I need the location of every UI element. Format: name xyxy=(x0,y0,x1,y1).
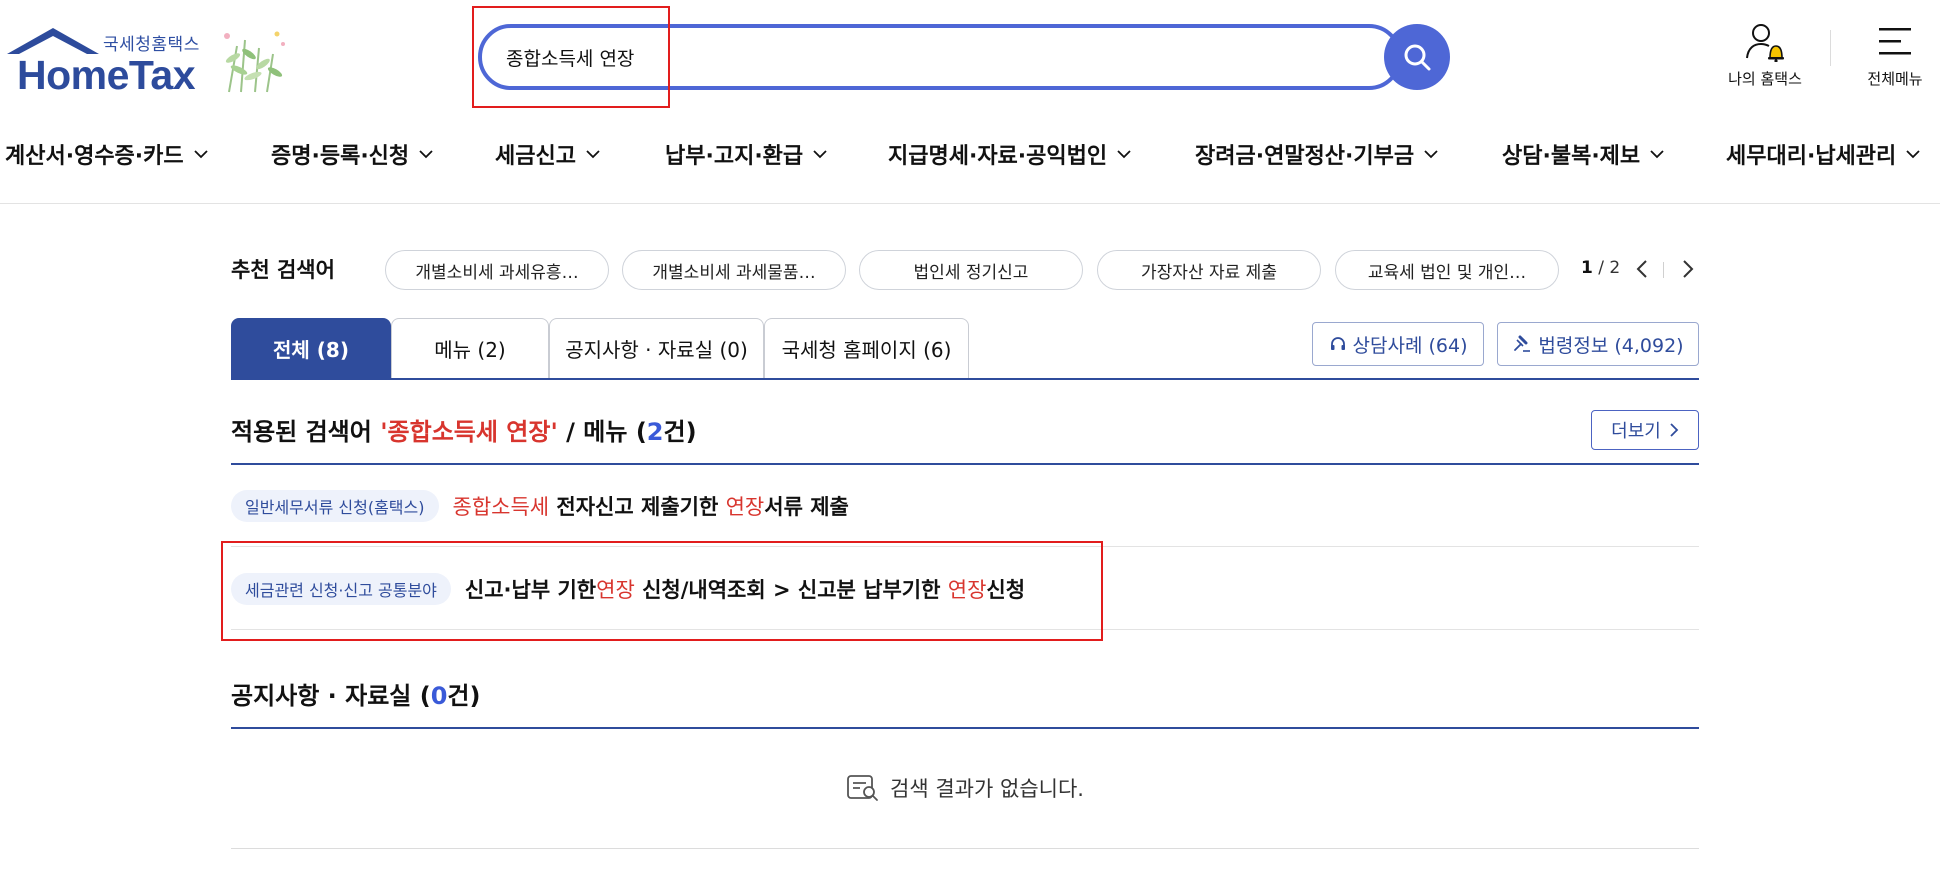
logo-plant-icon xyxy=(224,31,285,93)
tab-notice[interactable]: 공지사항 · 자료실 (0) xyxy=(549,318,764,378)
gavel-icon xyxy=(1514,335,1531,352)
search-icon xyxy=(1404,44,1431,71)
chevron-down-icon xyxy=(813,150,827,159)
chevron-right-icon xyxy=(1683,260,1694,278)
result-row: 일반세무서류 신청(홈택스) 종합소득세 전자신고 제출기한 연장서류 제출 xyxy=(231,465,1699,547)
tab-nts-homepage[interactable]: 국세청 홈페이지 (6) xyxy=(764,318,969,378)
menu-title-count: 2 xyxy=(646,418,664,446)
all-menu-label: 전체메뉴 xyxy=(1867,70,1923,88)
result-category-badge: 세금관련 신청·신고 공통분야 xyxy=(231,572,451,605)
hamburger-icon xyxy=(1879,28,1911,55)
gnb-item-label: 계산서·영수증·카드 xyxy=(5,144,184,169)
menu-title-middle: / 메뉴 ( xyxy=(557,418,647,446)
notice-section-title: 공지사항 · 자료실 (0건) xyxy=(231,676,480,711)
gnb-item-label: 세무대리·납세관리 xyxy=(1726,144,1897,169)
result-highlight: 연장 xyxy=(725,494,765,519)
result-tabs: 전체 (8) 메뉴 (2) 공지사항 · 자료실 (0) 국세청 홈페이지 (6… xyxy=(231,318,1699,380)
result-text: 신청 xyxy=(986,577,1026,602)
my-hometax-label: 나의 홈택스 xyxy=(1728,70,1802,88)
gnb-item-label: 장려금·연말정산·기부금 xyxy=(1195,144,1415,169)
header: 국세청홈택스 HomeTax 종합소득세 연장 나의 홈택스 전체메뉴 xyxy=(0,0,1940,112)
recommend-chip[interactable]: 가장자산 자료 제출 xyxy=(1097,250,1321,290)
result-text: 전자신고 제출기한 xyxy=(549,494,726,519)
pager-prev-button[interactable] xyxy=(1631,256,1653,282)
gnb-item-certificate[interactable]: 증명·등록·신청 xyxy=(271,134,435,174)
recommend-pager: 1 / 2 xyxy=(1581,258,1620,278)
notice-title-count: 0 xyxy=(430,682,448,710)
bottom-divider xyxy=(231,848,1699,849)
notice-title-prefix: 공지사항 · 자료실 ( xyxy=(231,682,431,710)
result-highlight: 연장 xyxy=(947,577,987,602)
recommend-chip[interactable]: 개별소비세 과세물품… xyxy=(622,250,846,290)
all-menu-button[interactable]: 전체메뉴 xyxy=(1850,22,1940,92)
gnb-item-payment[interactable]: 납부·고지·환급 xyxy=(665,134,829,174)
hometax-logo[interactable]: 국세청홈택스 HomeTax xyxy=(5,26,290,98)
chevron-down-icon xyxy=(1906,150,1920,159)
chevron-down-icon xyxy=(1650,150,1664,159)
recommend-chip[interactable]: 교육세 법인 및 개인… xyxy=(1335,250,1559,290)
result-highlight: 연장 xyxy=(596,577,635,602)
search-box xyxy=(478,24,1402,90)
empty-result: 검색 결과가 없습니다. xyxy=(231,758,1699,818)
menu-section-title: 적용된 검색어 '종합소득세 연장' / 메뉴 (2건) xyxy=(231,412,697,447)
recommend-label: 추천 검색어 xyxy=(231,258,335,282)
my-hometax-button[interactable]: 나의 홈택스 xyxy=(1710,22,1820,92)
chevron-down-icon xyxy=(1117,150,1131,159)
menu-title-prefix: 적용된 검색어 xyxy=(231,418,381,446)
search-input[interactable] xyxy=(506,38,1206,76)
pager-divider xyxy=(1663,262,1664,278)
search-button[interactable] xyxy=(1384,24,1450,90)
law-info-button[interactable]: 법령정보 (4,092) xyxy=(1497,322,1699,366)
result-row: 세금관련 신청·신고 공통분야 신고·납부 기한연장 신청/내역조회 > 신고분… xyxy=(231,548,1699,630)
result-text: 신청/내역조회 > 신고분 납부기한 xyxy=(634,577,948,602)
gnb-item-label: 지급명세·자료·공익법인 xyxy=(888,144,1108,169)
empty-result-text: 검색 결과가 없습니다. xyxy=(890,777,1084,801)
more-button[interactable]: 더보기 xyxy=(1591,410,1699,450)
tab-all[interactable]: 전체 (8) xyxy=(231,318,391,378)
gnb-item-consult[interactable]: 상담·불복·제보 xyxy=(1502,134,1666,174)
law-info-label: 법령정보 (4,092) xyxy=(1538,334,1684,357)
menu-title-query: '종합소득세 연장' xyxy=(380,418,558,446)
gnb-item-agent[interactable]: 세무대리·납세관리 xyxy=(1726,134,1922,174)
recommend-chip[interactable]: 법인세 정기신고 xyxy=(859,250,1083,290)
pager-next-button[interactable] xyxy=(1677,256,1699,282)
tab-menu[interactable]: 메뉴 (2) xyxy=(391,318,549,378)
result-text: 신고·납부 기한 xyxy=(464,577,597,602)
chevron-left-icon xyxy=(1636,260,1647,278)
logo-title: HomeTax xyxy=(17,52,196,98)
pager-current: 1 xyxy=(1581,258,1593,278)
header-divider xyxy=(1830,30,1831,66)
gnb-item-invoice[interactable]: 계산서·영수증·카드 xyxy=(5,134,210,174)
headset-icon xyxy=(1330,337,1345,350)
document-search-icon xyxy=(847,775,878,801)
user-bell-icon xyxy=(1746,24,1784,62)
gnb-item-statement[interactable]: 지급명세·자료·공익법인 xyxy=(888,134,1133,174)
result-link[interactable]: 신고·납부 기한연장 신청/내역조회 > 신고분 납부기한 연장신청 xyxy=(465,574,1025,604)
gnb-item-incentive[interactable]: 장려금·연말정산·기부금 xyxy=(1195,134,1440,174)
chevron-down-icon xyxy=(419,150,433,159)
gnb-item-label: 증명·등록·신청 xyxy=(271,144,410,169)
gnb-item-tax-return[interactable]: 세금신고 xyxy=(495,134,602,174)
chevron-down-icon xyxy=(586,150,600,159)
recommend-chip[interactable]: 개별소비세 과세유흥… xyxy=(385,250,609,290)
result-text: 서류 제출 xyxy=(764,494,849,519)
consult-cases-label: 상담사례 (64) xyxy=(1352,334,1468,357)
chevron-down-icon xyxy=(1424,150,1438,159)
result-category-badge: 일반세무서류 신청(홈택스) xyxy=(231,489,439,522)
result-link[interactable]: 종합소득세 전자신고 제출기한 연장서류 제출 xyxy=(453,491,849,521)
menu-title-suffix: 건) xyxy=(663,418,697,446)
gnb-item-label: 세금신고 xyxy=(495,144,576,169)
notice-title-suffix: 건) xyxy=(447,682,481,710)
gnb-item-label: 납부·고지·환급 xyxy=(665,144,804,169)
main-navigation: 계산서·영수증·카드 증명·등록·신청 세금신고 납부·고지·환급 지급명세·자… xyxy=(0,118,1940,204)
pager-total: / 2 xyxy=(1598,258,1621,278)
gnb-item-label: 상담·불복·제보 xyxy=(1502,144,1641,169)
result-highlight: 종합소득세 xyxy=(452,494,550,519)
consult-cases-button[interactable]: 상담사례 (64) xyxy=(1312,322,1484,366)
notice-section-divider xyxy=(231,727,1699,729)
chevron-down-icon xyxy=(194,150,208,159)
more-button-label: 더보기 xyxy=(1611,421,1661,442)
chevron-right-icon xyxy=(1670,423,1679,437)
